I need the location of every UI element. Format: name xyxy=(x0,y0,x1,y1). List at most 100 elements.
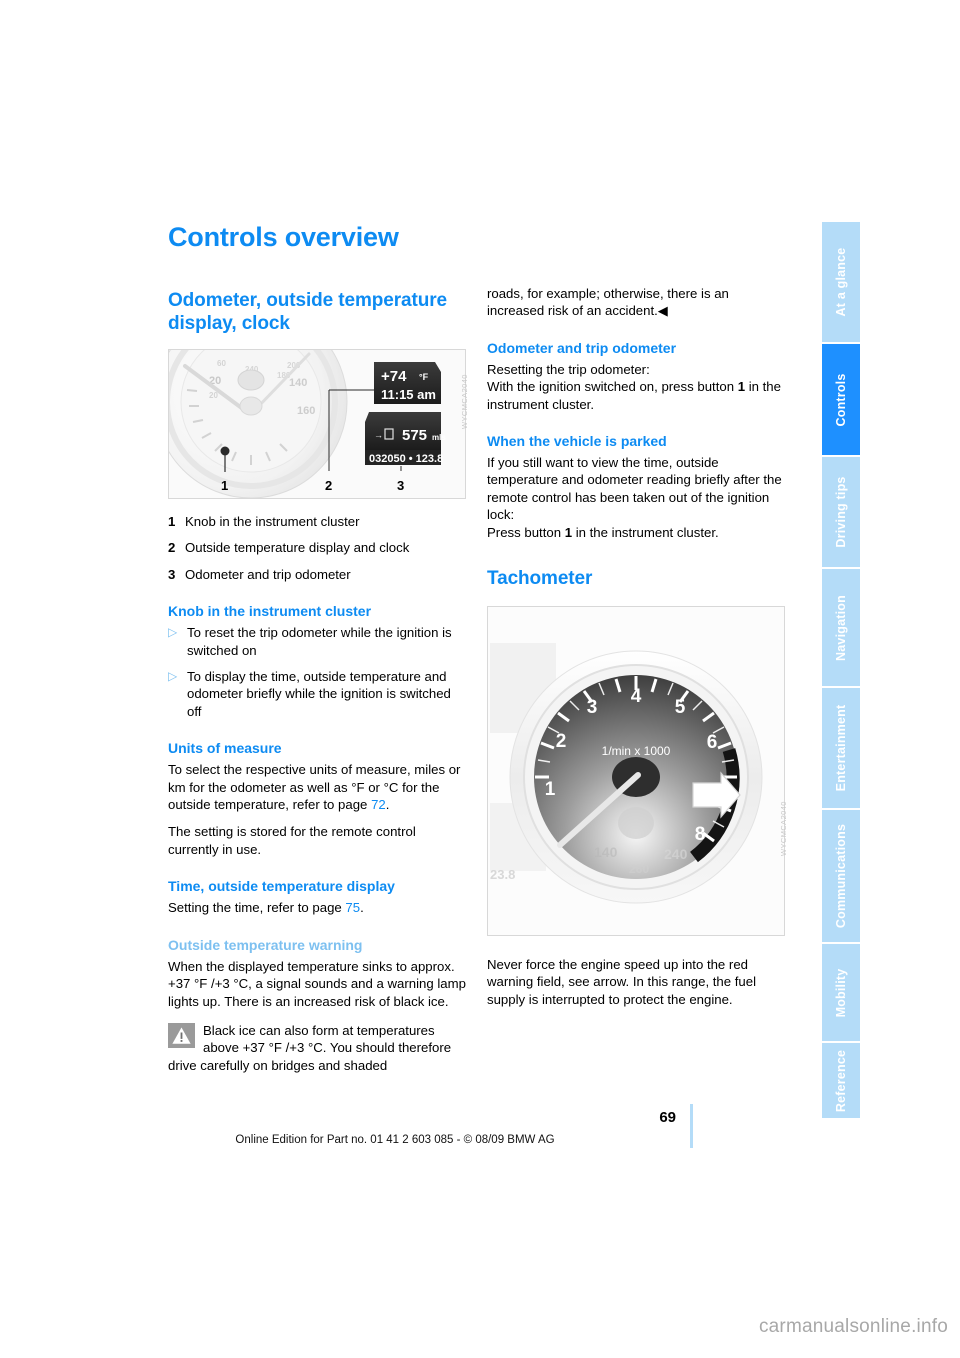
sidebar-item-navigation[interactable]: Navigation xyxy=(822,569,860,686)
svg-text:→: → xyxy=(374,430,383,440)
list-item: ▷ To display the time, outside temperatu… xyxy=(168,668,466,720)
page-reference-72[interactable]: 72 xyxy=(371,797,386,812)
svg-text:20: 20 xyxy=(209,391,218,400)
tab-label: At a glance xyxy=(834,247,848,317)
svg-text:mls: mls xyxy=(432,433,446,442)
tab-label: Driving tips xyxy=(834,476,848,548)
warning-callout: Black ice can also form at temperatures … xyxy=(168,1022,466,1074)
svg-text:1: 1 xyxy=(221,478,228,493)
svg-text:2: 2 xyxy=(556,731,567,752)
svg-text:575: 575 xyxy=(402,427,427,444)
time-paragraph: Setting the time, refer to page 75. xyxy=(168,899,466,916)
figure-code-tachometer: WYCMCA2040 xyxy=(779,801,788,857)
triangle-bullet-icon: ▷ xyxy=(168,625,178,640)
cluster-svg: 20 60 20 140 160 200 180 240 +74 °F 11:1… xyxy=(169,350,465,498)
legend-item: 2 Outside temperature display and clock xyxy=(168,539,466,556)
page-title: Controls overview xyxy=(168,222,399,252)
tab-label: Mobility xyxy=(834,968,848,1018)
svg-text:140: 140 xyxy=(289,377,307,389)
figure-code-cluster: WYCMCA2040 xyxy=(460,374,469,429)
section-heading-odometer: Odometer, outside temperature display, c… xyxy=(168,290,448,334)
figure-tachometer: 23.8 1 2 3 4 5 6 8 1/min x 1000 140 240 … xyxy=(487,606,788,937)
subheading-vehicle-parked: When the vehicle is parked xyxy=(487,433,667,450)
svg-text:°F: °F xyxy=(419,372,429,382)
site-watermark: carmanualsonline.info xyxy=(758,1316,948,1337)
tab-label: Communications xyxy=(834,824,848,929)
parked-text-c: in the instrument cluster. xyxy=(572,524,719,540)
svg-text:+74: +74 xyxy=(381,368,407,385)
subheading-odometer-trip: Odometer and trip odometer xyxy=(487,339,677,356)
section-heading-tachometer: Tachometer xyxy=(487,568,593,590)
units-paragraph-2: The setting is stored for the remote con… xyxy=(168,824,416,857)
svg-text:140: 140 xyxy=(594,844,618,860)
svg-text:60: 60 xyxy=(217,359,226,368)
svg-text:3: 3 xyxy=(397,478,404,493)
triangle-bullet-icon: ▷ xyxy=(168,669,178,684)
button-number-1: 1 xyxy=(564,524,573,540)
legend-item: 3 Odometer and trip odometer xyxy=(168,566,466,583)
svg-text:1: 1 xyxy=(545,779,556,800)
odometer-reset-label: Resetting the trip odometer: xyxy=(487,361,650,377)
sidebar-item-controls[interactable]: Controls xyxy=(822,344,860,455)
list-item: ▷ To reset the trip odometer while the i… xyxy=(168,624,466,659)
list-item-text: To reset the trip odometer while the ign… xyxy=(187,625,452,658)
units-paragraph: To select the respective units of measur… xyxy=(168,761,466,813)
manual-page: At a glance Controls Driving tips Naviga… xyxy=(0,0,960,1358)
svg-text:260: 260 xyxy=(629,862,649,876)
legend-number: 3 xyxy=(168,566,176,582)
instrument-cluster-illustration: 20 60 20 140 160 200 180 240 +74 °F 11:1… xyxy=(168,349,466,499)
legend-number: 2 xyxy=(168,540,176,556)
legend-text: Odometer and trip odometer xyxy=(185,566,351,582)
legend-text: Knob in the instrument cluster xyxy=(185,514,360,529)
svg-text:1/min x 1000: 1/min x 1000 xyxy=(602,744,671,758)
tachometer-paragraph: Never force the engine speed up into the… xyxy=(487,957,757,1007)
right-column: roads, for example; otherwise, there is … xyxy=(487,285,788,1018)
subheading-temperature-warning: Outside temperature warning xyxy=(168,936,363,953)
sidebar-item-mobility[interactable]: Mobility xyxy=(822,944,860,1042)
tachometer-illustration: 23.8 1 2 3 4 5 6 8 1/min x 1000 140 240 … xyxy=(487,606,785,937)
figure-instrument-cluster: 20 60 20 140 160 200 180 240 +74 °F 11:1… xyxy=(168,349,469,499)
svg-text:032050 • 123.8: 032050 • 123.8 xyxy=(369,453,443,465)
subheading-time-display: Time, outside temperature display xyxy=(168,878,395,895)
svg-text:2: 2 xyxy=(325,478,332,493)
parked-text-a: Press button xyxy=(487,524,565,540)
units-text-end: . xyxy=(385,797,390,813)
list-item-text: To display the time, outside temperature… xyxy=(187,669,451,719)
parked-instruction-2: Press button 1 in the instrument cluster… xyxy=(487,524,785,541)
footer-imprint: Online Edition for Part no. 01 41 2 603 … xyxy=(235,1134,555,1146)
page-reference-75[interactable]: 75 xyxy=(345,900,360,915)
warning-end-marker-icon: ◀ xyxy=(657,303,668,319)
tachometer-svg: 23.8 1 2 3 4 5 6 8 1/min x 1000 140 240 … xyxy=(488,607,784,936)
svg-text:160: 160 xyxy=(297,405,315,417)
time-text: Setting the time, refer to page xyxy=(168,900,346,916)
parked-instruction-1: If you still want to view the time, outs… xyxy=(487,455,782,523)
tab-label: Controls xyxy=(834,373,848,427)
units-text: To select the respective units of measur… xyxy=(168,762,461,813)
subheading-knob: Knob in the instrument cluster xyxy=(168,603,372,620)
svg-text:240: 240 xyxy=(664,846,688,862)
sidebar-item-reference[interactable]: Reference xyxy=(822,1043,860,1119)
tab-label: Entertainment xyxy=(834,704,848,792)
tab-label: Navigation xyxy=(834,594,848,661)
legend-text: Outside temperature display and clock xyxy=(185,540,410,556)
subheading-units: Units of measure xyxy=(168,740,282,757)
odo-text-a: With the ignition switched on, press but… xyxy=(487,379,738,395)
warning-continuation-text: roads, for example; otherwise, there is … xyxy=(487,286,729,319)
svg-text:11:15 am: 11:15 am xyxy=(381,387,436,402)
temperature-warning-paragraph: When the displayed temperature sinks to … xyxy=(168,958,466,1009)
svg-text:6: 6 xyxy=(707,732,718,753)
sidebar-item-communications[interactable]: Communications xyxy=(822,810,860,943)
sidebar-item-at-a-glance[interactable]: At a glance xyxy=(822,222,860,343)
button-number-1: 1 xyxy=(737,379,746,395)
warning-callout-text: Black ice can also form at temperatures … xyxy=(168,1022,452,1073)
legend-number: 1 xyxy=(168,514,176,529)
left-column: Controls overview Odometer, outside temp… xyxy=(168,222,469,1074)
svg-text:23.8: 23.8 xyxy=(490,867,515,882)
warning-continuation: roads, for example; otherwise, there is … xyxy=(487,285,785,320)
tab-label: Reference xyxy=(834,1049,848,1112)
odometer-reset-instruction: With the ignition switched on, press but… xyxy=(487,378,785,413)
time-text-end: . xyxy=(360,900,364,916)
sidebar-item-entertainment[interactable]: Entertainment xyxy=(822,687,860,809)
chapter-tab-rail: At a glance Controls Driving tips Naviga… xyxy=(822,222,860,1120)
sidebar-item-driving-tips[interactable]: Driving tips xyxy=(822,456,860,568)
